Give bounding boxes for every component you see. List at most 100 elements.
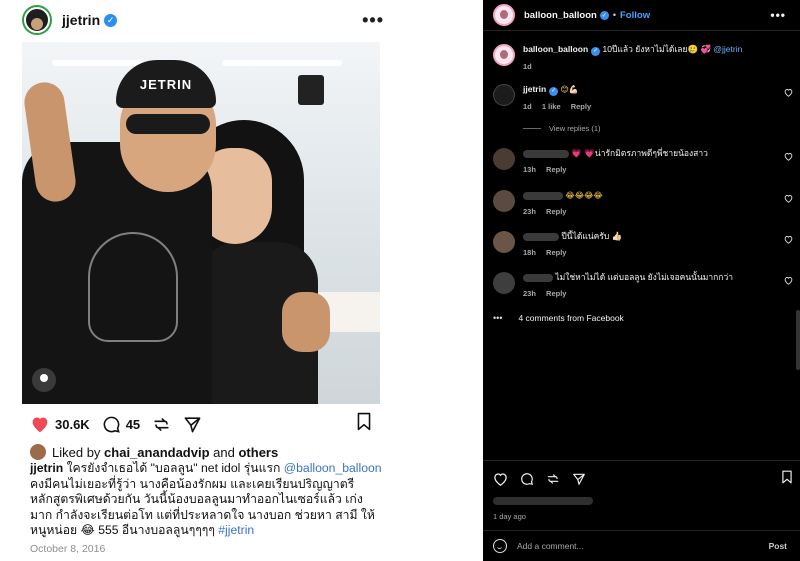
comment-icon[interactable] <box>102 415 121 434</box>
comment-mention[interactable]: @jjetrin <box>713 44 742 54</box>
comment-text: 😊💪🏻 <box>560 85 579 94</box>
heart-icon[interactable] <box>784 235 793 244</box>
post-photo[interactable]: JETRIN <box>22 42 380 404</box>
bookmark-icon[interactable] <box>356 412 372 431</box>
comment-body: ปีนี้ได้แน่ครับ 👍🏻 18h Reply <box>523 231 773 258</box>
share-icon[interactable] <box>546 472 560 486</box>
author-username[interactable]: jjetrin <box>62 12 100 28</box>
comment-meta: 18h Reply <box>523 247 773 258</box>
heart-icon[interactable] <box>784 88 793 97</box>
comment-username[interactable]: jjetrin <box>523 84 546 94</box>
comment-body: jjetrin ✓ 😊💪🏻 1d 1 like Reply <box>523 84 773 112</box>
follow-button[interactable]: Follow <box>620 10 650 21</box>
blurred-username[interactable] <box>523 191 563 200</box>
verified-icon: ✓ <box>591 47 601 56</box>
comment-meta: 1d <box>523 61 773 72</box>
caption-text: ใครยังจำเธอได้ "บอลลูน" net idol รุ่นแรก <box>66 461 281 475</box>
send-action[interactable] <box>183 415 202 434</box>
comment-text: 😂😂😂😂 <box>565 191 603 200</box>
comment-meta: 13h Reply <box>523 164 773 175</box>
comment-icon[interactable] <box>520 472 534 486</box>
reply-button[interactable]: Reply <box>546 165 566 174</box>
reply-button[interactable]: Reply <box>546 289 566 298</box>
header-avatar[interactable] <box>493 4 515 26</box>
liker-avatar[interactable] <box>30 444 46 460</box>
user-tag-icon[interactable] <box>32 368 56 392</box>
send-icon[interactable] <box>572 472 586 486</box>
liked-by-others[interactable]: others <box>238 445 278 460</box>
comment-text: ปีนี้ได้แน่ครับ 👍🏻 <box>561 231 623 241</box>
heart-icon[interactable] <box>784 276 793 285</box>
post-actions: 30.6K 45 <box>30 412 372 436</box>
comment-avatar[interactable] <box>493 231 515 253</box>
liked-by-and: and <box>213 444 235 460</box>
comment-meta: 23h Reply <box>523 206 773 217</box>
emoji-icon[interactable] <box>493 539 507 553</box>
verified-icon: ✓ <box>104 13 118 27</box>
comment-meta: 1d 1 like Reply <box>523 101 773 112</box>
post-button[interactable]: Post <box>769 541 787 551</box>
dark-comments-panel: balloon_balloon ✓ • Follow ••• balloon_b… <box>483 0 800 561</box>
like-button[interactable] <box>493 472 508 486</box>
more-options-button[interactable]: ••• <box>770 8 786 22</box>
blurred-likes-line <box>493 497 593 505</box>
comment-avatar[interactable] <box>493 44 515 66</box>
comment-avatar[interactable] <box>493 272 515 294</box>
caption-hashtag[interactable]: #jjetrin <box>218 523 254 537</box>
send-icon[interactable] <box>183 415 202 434</box>
caption-mention[interactable]: @balloon_balloon <box>284 461 382 475</box>
sunglasses <box>126 114 210 134</box>
like-count: 30.6K <box>55 416 90 432</box>
blurred-username[interactable] <box>523 232 559 241</box>
send-button[interactable] <box>572 472 586 486</box>
author-avatar[interactable] <box>22 5 52 35</box>
man-hand <box>282 292 330 352</box>
liked-by-user[interactable]: chai_anandadvip <box>104 445 209 460</box>
reply-button[interactable]: Reply <box>546 207 566 216</box>
comment-age: 23h <box>523 289 536 298</box>
blurred-username[interactable] <box>523 273 553 282</box>
comment-button[interactable] <box>520 472 534 486</box>
scrollbar[interactable] <box>796 310 800 370</box>
comment-likes[interactable]: 1 like <box>542 102 561 111</box>
save-button[interactable] <box>781 470 793 489</box>
comment-age: 13h <box>523 165 536 174</box>
bookmark-icon[interactable] <box>781 470 793 484</box>
divider <box>483 460 800 461</box>
comment-age: 18h <box>523 248 536 257</box>
comment-avatar[interactable] <box>493 84 515 106</box>
comment-action[interactable]: 45 <box>102 415 140 434</box>
comment-avatar[interactable] <box>493 148 515 170</box>
comment-meta: 23h Reply <box>523 288 773 299</box>
facebook-comments-link[interactable]: ••• 4 comments from Facebook <box>493 313 624 323</box>
heart-icon[interactable] <box>30 415 50 433</box>
caption-username[interactable]: jjetrin <box>30 461 63 475</box>
heart-icon[interactable] <box>493 472 508 486</box>
comment-age: 23h <box>523 207 536 216</box>
reply-button[interactable]: Reply <box>571 102 591 111</box>
like-action[interactable]: 30.6K <box>30 415 90 433</box>
more-options-button[interactable]: ••• <box>362 10 384 31</box>
comment-input[interactable] <box>517 541 769 551</box>
apple-logo-icon <box>298 75 324 105</box>
divider <box>483 530 800 531</box>
liked-by-prefix: Liked by <box>52 444 101 460</box>
add-comment-bar: Post <box>493 536 795 556</box>
facebook-comments-label[interactable]: 4 comments from Facebook <box>518 313 623 323</box>
view-replies-label[interactable]: View replies (1) <box>549 124 601 133</box>
header-username[interactable]: balloon_balloon <box>524 10 597 21</box>
comment-username[interactable]: balloon_balloon <box>523 44 588 54</box>
heart-icon[interactable] <box>784 194 793 203</box>
share-button[interactable] <box>546 472 560 486</box>
reply-button[interactable]: Reply <box>546 248 566 257</box>
save-action[interactable] <box>356 412 372 436</box>
comment-text: 💗 💗น่ารักมิตรภาพดีๆพี่ชายน้องสาว <box>571 148 708 158</box>
comment-text: ไม่ใช่หาไม่ได้ แต่บอลลูน ยังไม่เจอคนนั้น… <box>555 272 734 282</box>
comment-avatar[interactable] <box>493 190 515 212</box>
view-replies-button[interactable]: View replies (1) <box>523 124 601 133</box>
share-icon[interactable] <box>152 415 171 434</box>
blurred-username[interactable] <box>523 149 569 158</box>
comment-body: 💗 💗น่ารักมิตรภาพดีๆพี่ชายน้องสาว 13h Rep… <box>523 148 773 175</box>
share-action[interactable] <box>152 415 171 434</box>
heart-icon[interactable] <box>784 152 793 161</box>
